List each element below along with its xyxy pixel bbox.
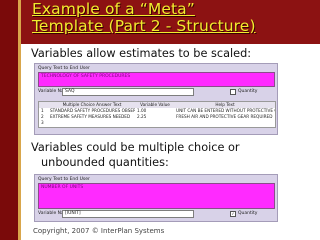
query-heading: Query Text to End User: [38, 177, 90, 182]
quantity-label: Quantity: [238, 211, 258, 216]
quantity-label: Quantity: [238, 89, 258, 94]
bullet-2-line-2: unbounded quantities:: [41, 156, 169, 169]
bullet-2: Variables could be multiple choice or un…: [31, 140, 240, 170]
variable-name-value: SAQ: [65, 89, 75, 94]
bullet-1: Variables allow estimates to be scaled:: [31, 47, 252, 60]
query-text: NUMBER OF UNITS: [41, 185, 84, 190]
query-text-box[interactable]: TECHNOLOGY OF SAFETY PROCEDURES: [38, 72, 275, 87]
copyright-footer: Copyright, 2007 © InterPlan Systems: [33, 227, 165, 235]
table-cell-answer[interactable]: EXTREME SAFETY MEASURES NEEDED: [50, 114, 135, 120]
variable-name-input[interactable]: [IUNIT]: [62, 210, 194, 218]
query-panel-quantity: Query Text to End User NUMBER OF UNITS V…: [34, 174, 278, 222]
slide-title-line-1: Example of a “Meta”: [32, 0, 195, 18]
variable-name-value: [IUNIT]: [65, 211, 81, 216]
table-cell-help[interactable]: FRESH AIR AND PROTECTIVE GEAR REQUIRED: [176, 114, 275, 120]
query-heading: Query Text to End User: [38, 66, 90, 71]
slide-left-bar: [0, 0, 21, 240]
bullet-2-line-1: Variables could be multiple choice or: [31, 141, 240, 154]
slide-title: Example of a “Meta” Template (Part 2 - S…: [32, 1, 256, 35]
quantity-checkbox[interactable]: [230, 89, 236, 95]
query-text-box[interactable]: NUMBER OF UNITS: [38, 183, 275, 209]
query-panel-multiple-choice: Query Text to End User TECHNOLOGY OF SAF…: [34, 63, 278, 135]
table-cell-index: 3: [41, 120, 44, 125]
answer-table: Multiple Choice Answer Text Variable Val…: [38, 101, 276, 128]
slide-title-line-2: Template (Part 2 - Structure): [32, 17, 256, 35]
query-text: TECHNOLOGY OF SAFETY PROCEDURES: [41, 74, 131, 79]
quantity-checkbox[interactable]: ✓: [230, 211, 236, 217]
variable-name-input[interactable]: SAQ: [62, 88, 194, 96]
table-cell-value[interactable]: 2.25: [137, 114, 175, 120]
